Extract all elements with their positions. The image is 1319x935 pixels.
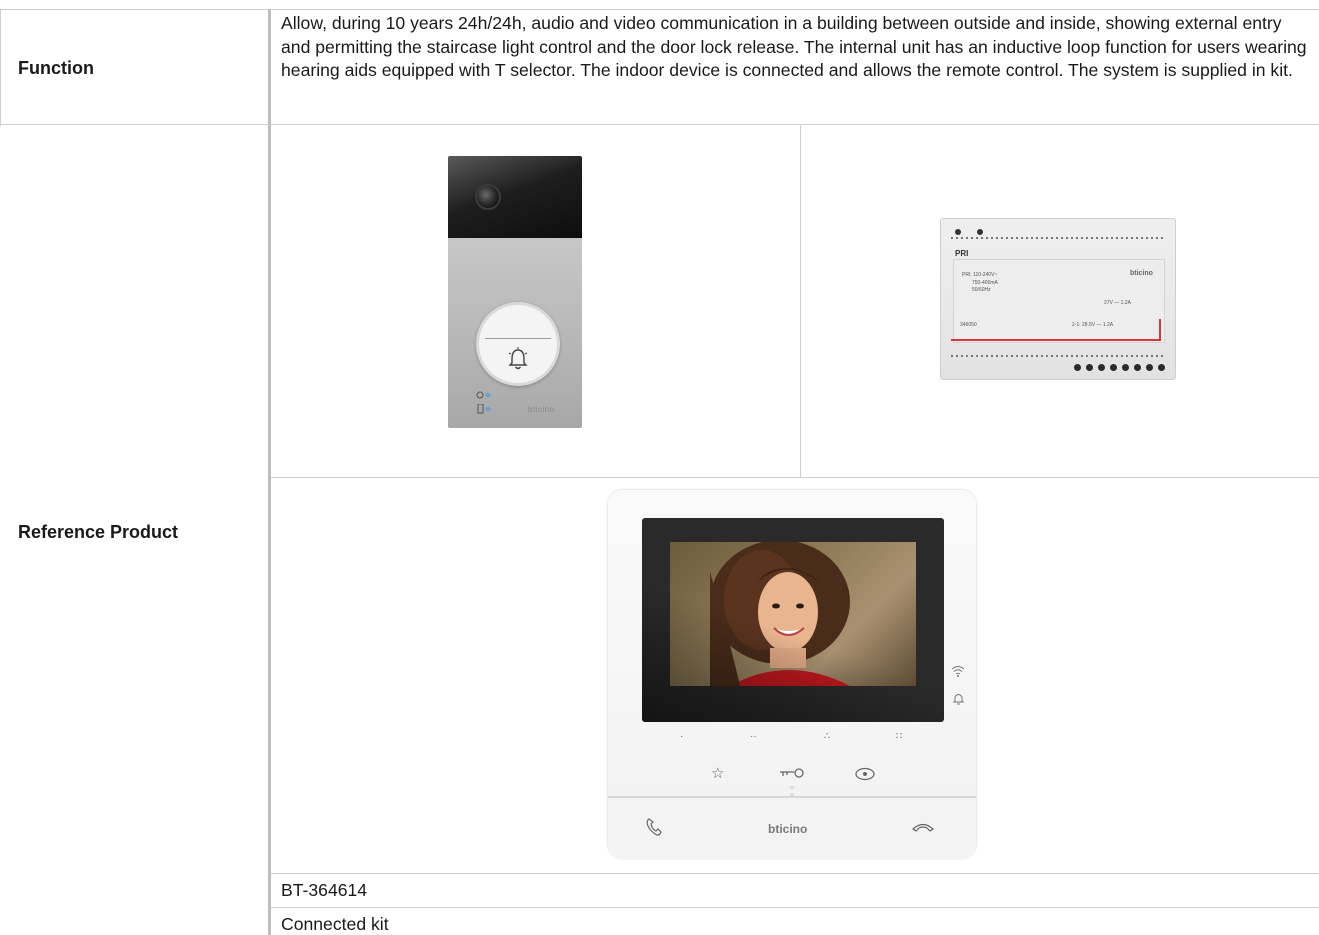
monitor-brand: bticino <box>768 822 808 836</box>
door-entry-panel-image: bticino <box>448 156 582 428</box>
monitor-display-frame <box>642 518 944 722</box>
indicator-dots: ∷ <box>896 731 903 742</box>
camera-lens <box>475 184 501 210</box>
row-divider-function <box>0 124 1319 125</box>
psu-front-panel: PRI: 110-240V~ 750-400mA 50/60Hz 27V — 1… <box>953 259 1165 343</box>
indicator-dots: ·· <box>750 731 757 742</box>
star-icon: ☆ <box>711 765 725 782</box>
speech-status-icon <box>476 390 492 400</box>
hangup-icon <box>912 823 934 832</box>
reference-product-label: Reference Product <box>18 522 179 542</box>
image-cell-divider <box>800 124 801 477</box>
psu-terminal <box>1086 364 1093 371</box>
call-button <box>476 302 560 386</box>
door-panel-camera-housing <box>448 156 582 238</box>
psu-terminal <box>1074 364 1081 371</box>
row-divider-monitor <box>271 873 1319 874</box>
column-divider <box>268 9 271 935</box>
door-panel-brand: bticino <box>528 405 555 414</box>
psu-terminal <box>1146 364 1153 371</box>
kit-name: Connected kit <box>281 914 389 934</box>
psu-terminal <box>1134 364 1141 371</box>
function-description: Allow, during 10 years 24h/24h, audio an… <box>281 13 1307 80</box>
psu-terminal <box>1098 364 1105 371</box>
table-border-left <box>0 9 1 126</box>
wifi-icon <box>951 666 965 677</box>
bell-icon <box>953 694 964 705</box>
psu-terminal <box>1110 364 1117 371</box>
power-supply-image: PRI PRI: 110-240V~ 750-400mA 50/60Hz 27V… <box>940 212 1176 384</box>
door-status-icon <box>476 403 492 414</box>
indicator-dots: ∴ <box>824 731 831 742</box>
row-divider-images <box>271 477 1319 478</box>
key-icon <box>780 768 804 778</box>
row-divider-code <box>271 907 1319 908</box>
door-panel-body: bticino <box>448 238 582 428</box>
psu-terminal <box>1158 364 1165 371</box>
psu-pri-label: PRI <box>955 249 969 258</box>
video-monitor-image: · ·· ∴ ∷ ☆ bticino <box>608 490 976 860</box>
document-page: Function Allow, during 10 years 24h/24h,… <box>0 0 1319 935</box>
indicator-dots: · <box>680 731 684 742</box>
bell-icon <box>508 347 528 370</box>
function-label: Function <box>18 58 94 78</box>
table-border-top <box>0 9 1319 10</box>
product-code: BT-364614 <box>281 880 368 900</box>
psu-terminal <box>1122 364 1129 371</box>
phone-icon <box>646 818 662 836</box>
eye-icon <box>855 767 875 781</box>
